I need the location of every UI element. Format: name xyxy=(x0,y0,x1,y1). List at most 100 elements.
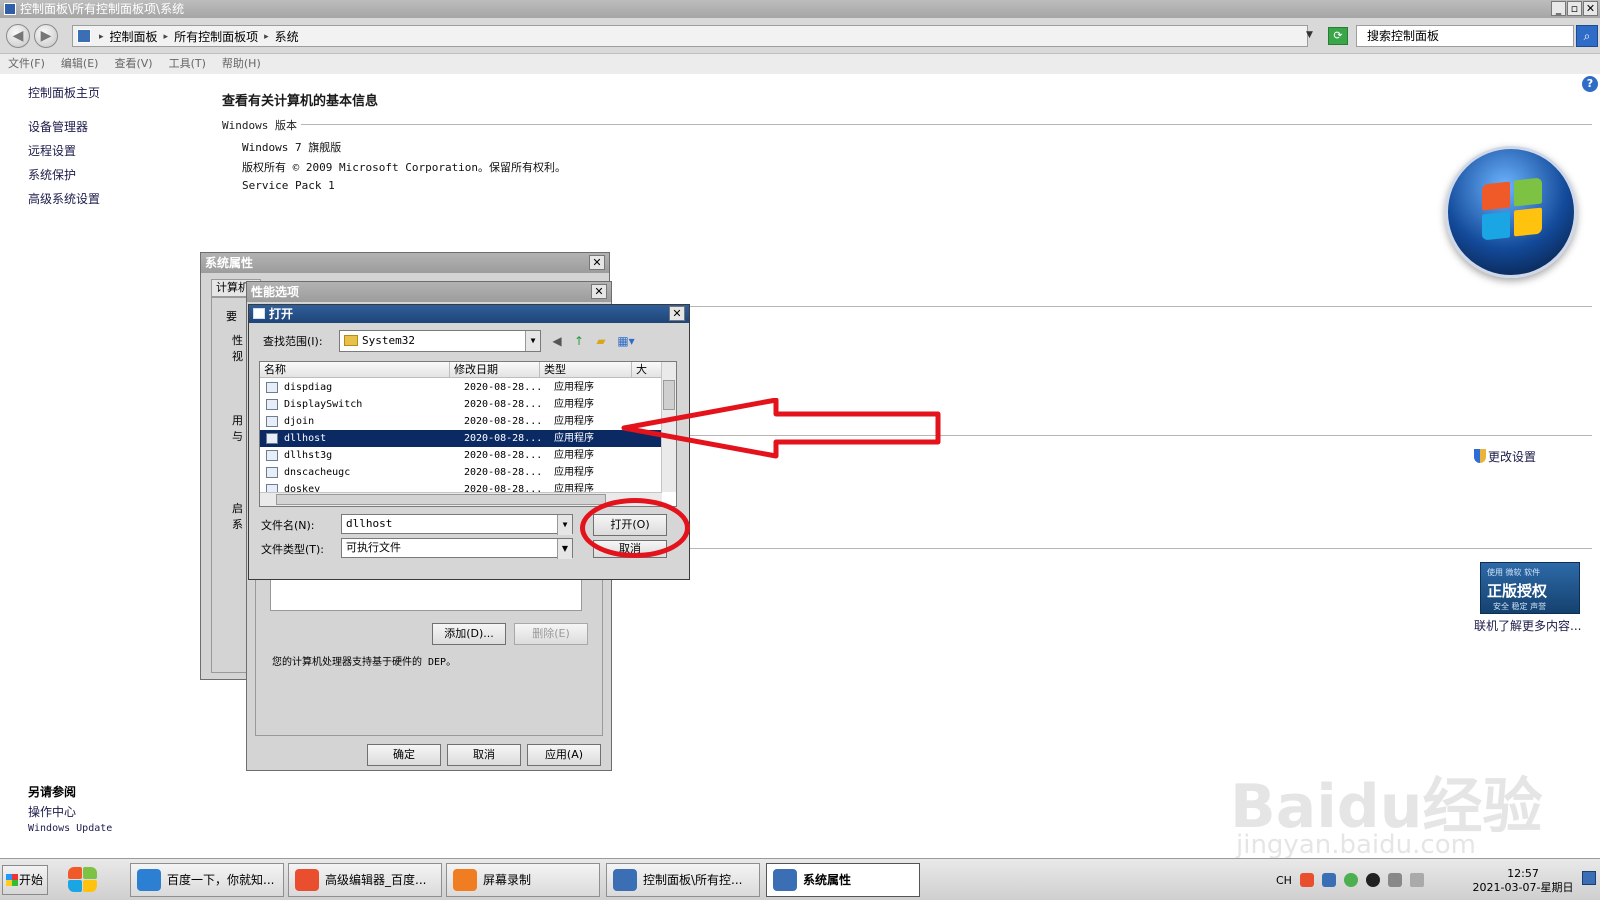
windows-update-link[interactable]: Windows Update xyxy=(28,823,112,834)
chevron-down-icon[interactable]: ▼ xyxy=(557,539,572,559)
menu-file[interactable]: 文件(F) xyxy=(8,54,45,74)
taskbar-item[interactable]: 百度一下，你就知... xyxy=(130,863,284,897)
file-type: 应用程序 xyxy=(554,433,594,444)
taskbar-item[interactable]: 高级编辑器_百度... xyxy=(288,863,442,897)
close-button[interactable]: ✕ xyxy=(1583,1,1598,16)
back-button[interactable]: ◀ xyxy=(6,24,30,48)
search-icon[interactable]: ⌕ xyxy=(1576,25,1598,47)
file-row[interactable]: dllhost 2020-08-28... 应用程序 xyxy=(260,430,662,447)
genuine-badge[interactable]: 使用 微软 软件 正版授权 安全 稳定 声誉 xyxy=(1480,562,1580,614)
quick-launch-icon[interactable] xyxy=(66,865,100,895)
service-pack: Service Pack 1 xyxy=(242,179,335,192)
file-list[interactable]: 名称 修改日期 类型 大 dispdiag 2020-08-28... 应用程序 Di… xyxy=(259,361,677,507)
taskbar-item[interactable]: 系统属性 xyxy=(766,863,920,897)
up-folder-icon[interactable]: ↑ xyxy=(571,333,587,349)
minimize-button[interactable]: _ xyxy=(1551,1,1566,16)
application-icon xyxy=(266,450,278,461)
file-row[interactable]: dispdiag 2020-08-28... 应用程序 xyxy=(260,379,662,396)
help-icon[interactable]: ? xyxy=(1582,76,1598,92)
breadcrumb-item[interactable]: 控制面板 xyxy=(110,28,158,45)
file-name: djoin xyxy=(284,416,315,427)
menu-help[interactable]: 帮助(H) xyxy=(222,54,261,74)
column-name[interactable]: 名称 xyxy=(260,362,450,378)
address-dropdown-icon[interactable]: ▼ xyxy=(1306,30,1313,40)
file-date: 2020-08-28... xyxy=(464,433,543,444)
taskbar-item[interactable]: 屏幕录制 xyxy=(446,863,600,897)
learn-more-link[interactable]: 联机了解更多内容... xyxy=(1474,617,1581,634)
volume-icon[interactable] xyxy=(1409,873,1424,887)
clock[interactable]: 12:57 2021-03-07-星期日 xyxy=(1468,867,1578,895)
refresh-icon[interactable]: ⟳ xyxy=(1328,27,1348,45)
breadcrumb: ▸ 控制面板 ▸ 所有控制面板项 ▸ 系统 xyxy=(99,28,299,45)
file-row[interactable]: dllhst3g 2020-08-28... 应用程序 xyxy=(260,447,662,464)
add-button[interactable]: 添加(D)... xyxy=(432,623,506,645)
look-in-combo[interactable]: System32 ▼ xyxy=(339,330,541,352)
start-label: 开始 xyxy=(19,873,44,887)
genuine-main-text: 正版授权 xyxy=(1487,582,1548,600)
control-panel-home-link[interactable]: 控制面板主页 xyxy=(28,84,100,101)
sogou-icon[interactable] xyxy=(1299,873,1314,887)
remove-button[interactable]: 删除(E) xyxy=(514,623,588,645)
ok-button[interactable]: 确定 xyxy=(367,744,441,766)
file-row[interactable]: djoin 2020-08-28... 应用程序 xyxy=(260,413,662,430)
taskbar-item-label: 高级编辑器_百度... xyxy=(325,873,427,887)
file-row[interactable]: DisplaySwitch 2020-08-28... 应用程序 xyxy=(260,396,662,413)
breadcrumb-item[interactable]: 系统 xyxy=(275,28,299,45)
apply-button[interactable]: 应用(A) xyxy=(527,744,601,766)
column-type[interactable]: 类型 xyxy=(540,362,632,378)
file-name-input[interactable]: dllhost ▼ xyxy=(341,514,573,535)
open-folder-icon xyxy=(253,308,265,319)
open-dialog-close-button[interactable]: ✕ xyxy=(669,306,685,321)
column-size[interactable]: 大 xyxy=(632,362,662,378)
open-dialog-title: 打开 xyxy=(249,305,689,323)
qq-icon[interactable] xyxy=(1365,873,1380,887)
restore-button[interactable]: ▫ xyxy=(1567,1,1582,16)
text-fragment: 视 xyxy=(232,350,243,363)
file-name-label: 文件名(N): xyxy=(261,519,315,532)
security-icon[interactable] xyxy=(1343,873,1358,887)
file-date: 2020-08-28... xyxy=(464,467,543,478)
advanced-system-settings-link[interactable]: 高级系统设置 xyxy=(28,190,100,207)
search-input[interactable]: 搜索控制面板 xyxy=(1356,25,1574,47)
start-button[interactable]: 开始 xyxy=(2,865,48,895)
forward-button[interactable]: ▶ xyxy=(34,24,58,48)
file-type-select[interactable]: 可执行文件 ▼ xyxy=(341,538,573,559)
new-folder-icon[interactable]: ▰ xyxy=(593,333,609,349)
copyright-text: 版权所有 © 2009 Microsoft Corporation。保留所有权利… xyxy=(242,161,567,174)
scroll-thumb[interactable] xyxy=(276,494,606,505)
taskbar-item-label: 系统属性 xyxy=(803,873,852,887)
show-desktop-icon[interactable] xyxy=(1582,871,1596,885)
text-fragment: 系 xyxy=(232,518,243,531)
taskbar-item-label: 屏幕录制 xyxy=(483,873,532,887)
cancel-button[interactable]: 取消 xyxy=(447,744,521,766)
performance-options-close-button[interactable]: ✕ xyxy=(591,284,607,299)
app-icon xyxy=(453,869,477,891)
remote-settings-link[interactable]: 远程设置 xyxy=(28,142,76,159)
device-manager-link[interactable]: 设备管理器 xyxy=(28,118,88,135)
file-name: dllhst3g xyxy=(284,450,333,461)
menu-edit[interactable]: 编辑(E) xyxy=(61,54,99,74)
system-properties-close-button[interactable]: ✕ xyxy=(589,255,605,270)
display-icon[interactable] xyxy=(1387,873,1402,887)
text-fragment: 要 xyxy=(226,310,237,323)
address-field[interactable]: ▸ 控制面板 ▸ 所有控制面板项 ▸ 系统 xyxy=(72,25,1308,47)
menu-tools[interactable]: 工具(T) xyxy=(169,54,206,74)
back-arrow-icon[interactable]: ◀ xyxy=(549,333,565,349)
taskbar-item[interactable]: 控制面板\所有控... xyxy=(606,863,760,897)
chevron-down-icon[interactable]: ▼ xyxy=(525,331,540,351)
network-icon[interactable] xyxy=(1321,873,1336,887)
menu-view[interactable]: 查看(V) xyxy=(114,54,152,74)
divider xyxy=(222,124,1592,125)
system-protection-link[interactable]: 系统保护 xyxy=(28,166,76,183)
change-settings-link[interactable]: 更改设置 xyxy=(1474,448,1536,465)
taskbar-item-label: 控制面板\所有控... xyxy=(643,873,743,887)
action-center-link[interactable]: 操作中心 xyxy=(28,803,76,820)
view-menu-icon[interactable]: ▦▾ xyxy=(615,333,637,349)
dep-support-note: 您的计算机处理器支持基于硬件的 DEP。 xyxy=(272,657,457,668)
file-row[interactable]: dnscacheugc 2020-08-28... 应用程序 xyxy=(260,464,662,481)
column-modified-date[interactable]: 修改日期 xyxy=(450,362,540,378)
open-dialog-title-text: 打开 xyxy=(269,307,294,321)
breadcrumb-item[interactable]: 所有控制面板项 xyxy=(174,28,258,45)
chevron-down-icon[interactable]: ▼ xyxy=(557,515,572,535)
input-language[interactable]: CH xyxy=(1276,874,1292,887)
